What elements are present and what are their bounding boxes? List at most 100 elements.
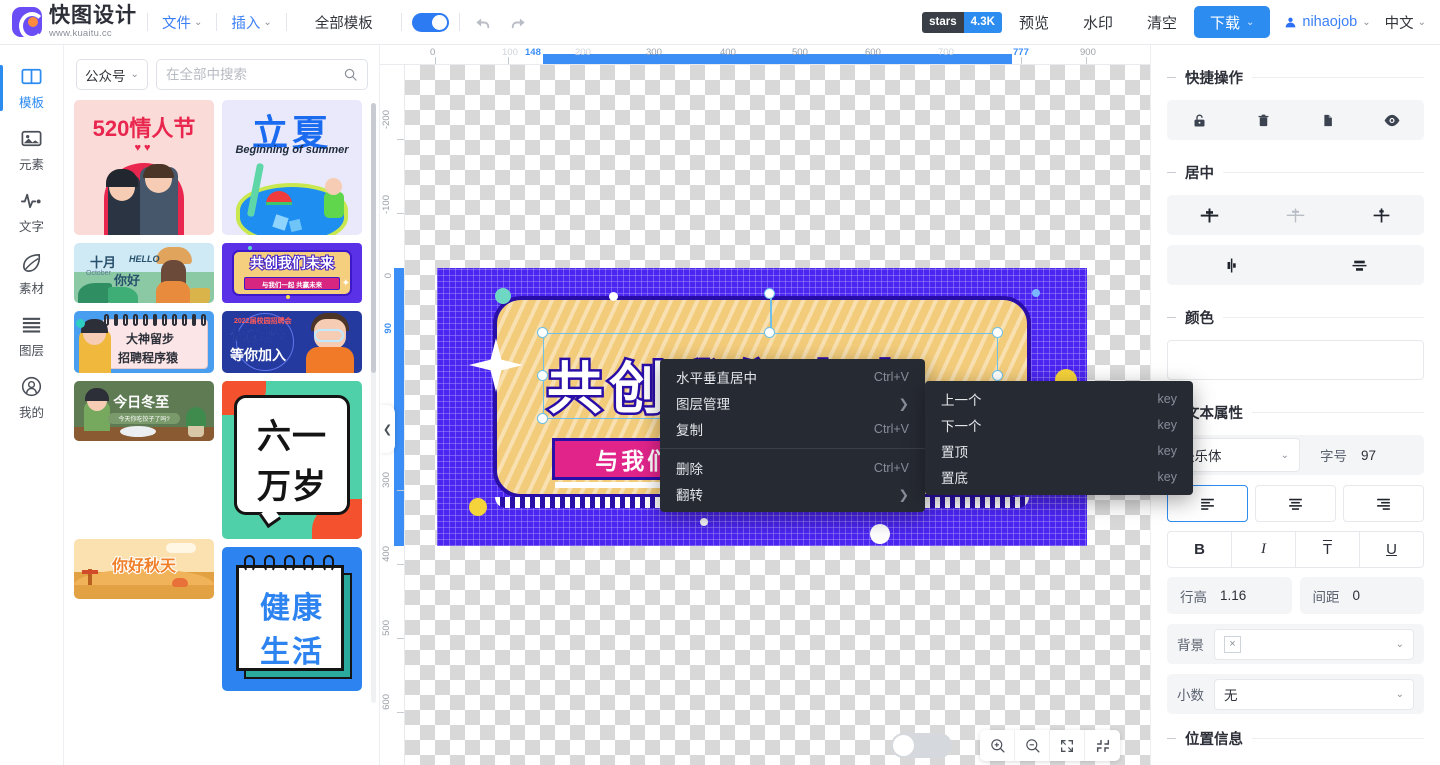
chevron-down-icon: ⌄ bbox=[194, 17, 202, 28]
search-box[interactable] bbox=[156, 59, 368, 90]
layers-icon bbox=[20, 313, 43, 336]
ruler-tick-label: 600 bbox=[381, 694, 392, 710]
submenu-item-send-to-back[interactable]: 置底 key bbox=[925, 464, 1193, 490]
preview-toggle[interactable] bbox=[412, 13, 449, 32]
sidebar-item-templates[interactable]: 模板 bbox=[0, 57, 64, 119]
zoom-in-button[interactable] bbox=[980, 730, 1015, 761]
template-card-childrens-day[interactable]: 六一 万岁 bbox=[222, 381, 362, 539]
user-menu[interactable]: nihaojob ⌄ bbox=[1284, 14, 1370, 30]
context-menu[interactable]: 水平垂直居中 Ctrl+V 图层管理 ❯ 复制 Ctrl+V 删除 Ctrl+V… bbox=[660, 359, 925, 512]
decor-dot[interactable] bbox=[469, 498, 487, 516]
text-align-center-button[interactable] bbox=[1255, 485, 1336, 522]
text-align-right-button[interactable] bbox=[1343, 485, 1424, 522]
language-menu[interactable]: 中文 ⌄ bbox=[1385, 12, 1426, 33]
letter-spacing-value: 0 bbox=[1353, 588, 1361, 603]
watermark-link[interactable]: 水印 bbox=[1083, 12, 1113, 33]
context-menu-item-copy[interactable]: 复制 Ctrl+V bbox=[660, 416, 925, 442]
template-card-520[interactable]: 520情人节 ♥♥ bbox=[74, 100, 214, 235]
context-menu-item-flip[interactable]: 翻转 ❯ bbox=[660, 481, 925, 507]
panel-collapse-button[interactable]: ❮ bbox=[380, 405, 395, 453]
actual-size-button[interactable] bbox=[1085, 730, 1120, 761]
letter-spacing-field[interactable]: 间距 0 bbox=[1300, 577, 1425, 614]
font-size-value[interactable]: 97 bbox=[1361, 448, 1376, 463]
resize-handle-middle-left[interactable] bbox=[537, 370, 548, 381]
template-card-sub: Beginning of summer bbox=[235, 144, 348, 156]
resize-handle-bottom-left[interactable] bbox=[537, 413, 548, 424]
app-logo[interactable]: 快图设计 www.kuaitu.cc bbox=[0, 5, 137, 39]
template-card-title: 共创我们未来 bbox=[250, 253, 334, 273]
submenu-item-move-up[interactable]: 上一个 key bbox=[925, 386, 1193, 412]
align-middle-button[interactable] bbox=[1253, 205, 1339, 226]
search-input[interactable] bbox=[166, 67, 343, 82]
template-card-hiring[interactable]: 大神留步 招聘程序猿 bbox=[74, 311, 214, 373]
all-templates-button[interactable]: 全部模板 bbox=[311, 12, 377, 33]
delete-button[interactable] bbox=[1231, 112, 1295, 129]
template-card-future[interactable]: ✦ 共创我们未来 与我们一起 共赢未来 bbox=[222, 243, 362, 303]
context-menu-shortcut: Ctrl+V bbox=[874, 370, 909, 384]
ruler-tick-label: 500 bbox=[792, 47, 808, 58]
resize-handle-top-center[interactable] bbox=[764, 327, 775, 338]
sidebar-item-text[interactable]: 文字 bbox=[0, 181, 64, 243]
canvas-ruler-toggle[interactable] bbox=[891, 733, 952, 758]
resize-handle-top-left[interactable] bbox=[537, 327, 548, 338]
resize-handle-middle-right[interactable] bbox=[992, 370, 1003, 381]
preview-link[interactable]: 预览 bbox=[1019, 12, 1049, 33]
color-swatch[interactable] bbox=[1167, 340, 1424, 380]
italic-button[interactable]: I bbox=[1231, 531, 1295, 568]
context-submenu[interactable]: 上一个 key 下一个 key 置顶 key 置底 key bbox=[925, 381, 1193, 495]
submenu-item-move-down[interactable]: 下一个 key bbox=[925, 412, 1193, 438]
template-card-job[interactable]: 2022届校园招聘会 优质职位 等你加入 bbox=[222, 311, 362, 373]
template-card-autumn[interactable]: 你好秋天 bbox=[74, 539, 214, 599]
menu-insert[interactable]: 插入 ⌄ bbox=[227, 12, 275, 33]
decor-dot[interactable] bbox=[870, 524, 890, 544]
distribute-vertical-button[interactable] bbox=[1167, 255, 1296, 276]
template-card-october[interactable]: 十月 HELLO October 你好 bbox=[74, 243, 214, 303]
decimal-select[interactable]: 无 ⌄ bbox=[1214, 679, 1414, 710]
distribute-horizontal-button[interactable] bbox=[1296, 255, 1425, 276]
visibility-button[interactable] bbox=[1360, 112, 1424, 129]
eye-icon bbox=[1383, 112, 1401, 129]
context-menu-item-center[interactable]: 水平垂直居中 Ctrl+V bbox=[660, 364, 925, 390]
submenu-item-bring-to-front[interactable]: 置顶 key bbox=[925, 438, 1193, 464]
decor-dot[interactable] bbox=[495, 288, 511, 304]
background-select[interactable]: × ⌄ bbox=[1214, 629, 1414, 660]
category-select[interactable]: 公众号 ⌄ bbox=[76, 59, 148, 90]
bold-button[interactable]: B bbox=[1167, 531, 1231, 568]
template-card-beginning-summer[interactable]: 立夏 Beginning of summer bbox=[222, 100, 362, 235]
fit-screen-button[interactable] bbox=[1050, 730, 1085, 761]
template-card-healthy-life[interactable]: 健康 生活 bbox=[222, 547, 362, 691]
decor-dot[interactable] bbox=[1032, 289, 1040, 297]
github-stars-badge[interactable]: stars 4.3K bbox=[922, 12, 1002, 33]
zoom-out-button[interactable] bbox=[1015, 730, 1050, 761]
template-card-winter-solstice[interactable]: 今日冬至 今天你吃饺子了吗? bbox=[74, 381, 214, 441]
sidebar-item-assets[interactable]: 素材 bbox=[0, 243, 64, 305]
sidebar-item-mine[interactable]: 我的 bbox=[0, 367, 64, 429]
context-menu-label: 删除 bbox=[676, 458, 703, 478]
rotate-handle[interactable] bbox=[764, 288, 775, 299]
context-menu-item-layer-manage[interactable]: 图层管理 ❯ bbox=[660, 390, 925, 416]
clear-link[interactable]: 清空 bbox=[1147, 12, 1177, 33]
lock-button[interactable] bbox=[1167, 112, 1231, 129]
decor-dot[interactable] bbox=[700, 518, 708, 526]
align-center-horizontal-button[interactable] bbox=[1167, 205, 1253, 226]
horizontal-ruler[interactable]: 0 100 148 200 300 400 500 600 700 777 90… bbox=[380, 45, 1160, 65]
decor-dot[interactable] bbox=[609, 292, 618, 301]
copy-button[interactable] bbox=[1296, 112, 1360, 129]
sidebar-item-elements[interactable]: 元素 bbox=[0, 119, 64, 181]
resize-handle-top-right[interactable] bbox=[992, 327, 1003, 338]
redo-button[interactable] bbox=[504, 8, 532, 36]
underline-button[interactable]: U bbox=[1359, 531, 1424, 568]
section-title: 居中 bbox=[1185, 162, 1214, 183]
sidebar-item-layers[interactable]: 图层 bbox=[0, 305, 64, 367]
undo-button[interactable] bbox=[470, 8, 498, 36]
template-scrollbar-thumb[interactable] bbox=[371, 103, 376, 373]
line-height-field[interactable]: 行高 1.16 bbox=[1167, 577, 1292, 614]
context-menu-item-delete[interactable]: 删除 Ctrl+V bbox=[660, 455, 925, 481]
search-icon[interactable] bbox=[343, 67, 358, 82]
menu-file[interactable]: 文件 ⌄ bbox=[158, 12, 206, 33]
center-align-group-1 bbox=[1167, 195, 1424, 235]
template-grid[interactable]: 520情人节 ♥♥ 十月 HELLO October 你好 bbox=[64, 100, 380, 765]
download-button[interactable]: 下载 ⌄ bbox=[1194, 6, 1270, 38]
strikethrough-button[interactable]: T bbox=[1295, 531, 1359, 568]
align-center-vertical-button[interactable] bbox=[1338, 205, 1424, 226]
